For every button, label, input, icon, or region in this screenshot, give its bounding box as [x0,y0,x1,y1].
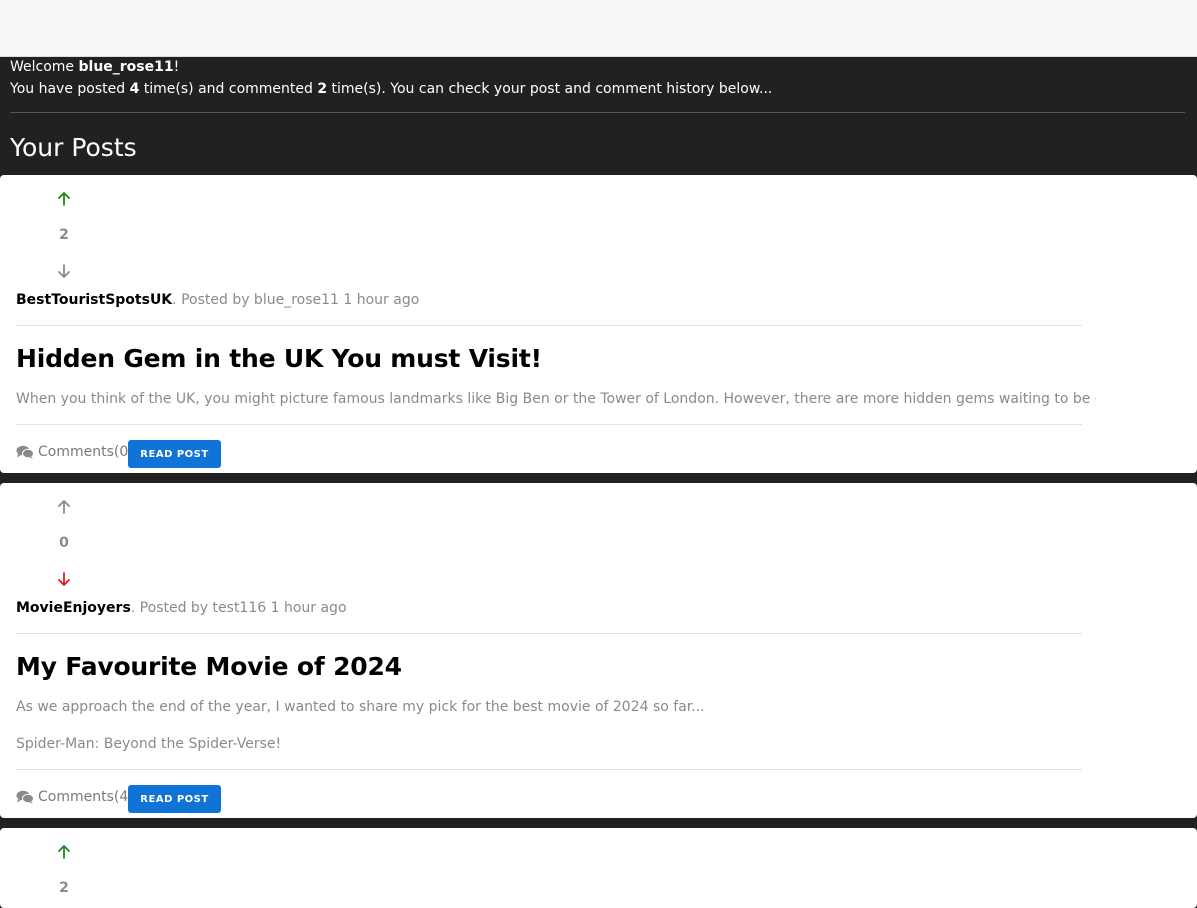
post-score: 2 [59,227,69,243]
post-byline: . Posted by test116 1 hour ago [130,600,347,616]
post-excerpt: As we approach the end of the year, I wa… [16,699,705,715]
post-score: 0 [59,535,69,551]
post-title: Hidden Gem in the UK You must Visit! [16,344,542,373]
comments-icon [16,445,34,459]
welcome-panel: Welcome blue_rose11! You have posted 4 t… [10,57,1187,100]
post-count: 4 [129,81,140,97]
stats-middle: time(s) and commented [139,81,318,97]
upvote-arrow-icon[interactable] [57,191,71,207]
community-link[interactable]: MovieEnjoyers [16,600,131,616]
post-meta: MovieEnjoyers. Posted by test116 1 hour … [16,600,347,616]
comments-link[interactable]: Comments(0) [16,444,134,460]
section-title: Your Posts [10,133,137,162]
post-card: 2 BestTouristSpotsUK. Posted by blue_ros… [0,175,1197,473]
downvote-arrow-icon[interactable] [57,571,71,587]
comments-link[interactable]: Comments(4) [16,789,134,805]
read-post-button[interactable]: READ POST [128,440,221,468]
community-link[interactable]: BestTouristSpotsUK [16,292,172,308]
post-meta: BestTouristSpotsUK. Posted by blue_rose1… [16,292,419,308]
post-card: 2 [0,828,1197,908]
post-card: 0 MovieEnjoyers. Posted by test116 1 hou… [0,483,1197,818]
stats-line: You have posted 4 time(s) and commented … [10,79,1187,100]
post-excerpt: Spider-Man: Beyond the Spider-Verse! [16,736,282,752]
post-divider [16,424,1082,425]
upvote-arrow-icon[interactable] [57,499,71,515]
post-byline: . Posted by blue_rose11 1 hour ago [172,292,420,308]
read-post-button[interactable]: READ POST [128,785,221,813]
comments-icon [16,790,34,804]
comment-count: 2 [317,81,328,97]
post-excerpt: When you think of the UK, you might pict… [16,391,1096,407]
post-divider [16,633,1082,634]
post-score: 2 [59,880,69,896]
welcome-line: Welcome blue_rose11! [10,57,1187,78]
header-divider [10,112,1185,113]
welcome-username: blue_rose11 [78,59,174,75]
welcome-prefix: Welcome [10,59,79,75]
stats-suffix: time(s). You can check your post and com… [327,81,773,97]
post-divider [16,325,1082,326]
upvote-arrow-icon[interactable] [57,844,71,860]
comments-count-label: Comments(4) [38,789,134,805]
welcome-suffix: ! [173,59,180,75]
stats-prefix: You have posted [10,81,130,97]
post-divider [16,769,1082,770]
downvote-arrow-icon[interactable] [57,263,71,279]
post-title: My Favourite Movie of 2024 [16,652,402,681]
comments-count-label: Comments(0) [38,444,134,460]
top-navbar [0,0,1197,57]
